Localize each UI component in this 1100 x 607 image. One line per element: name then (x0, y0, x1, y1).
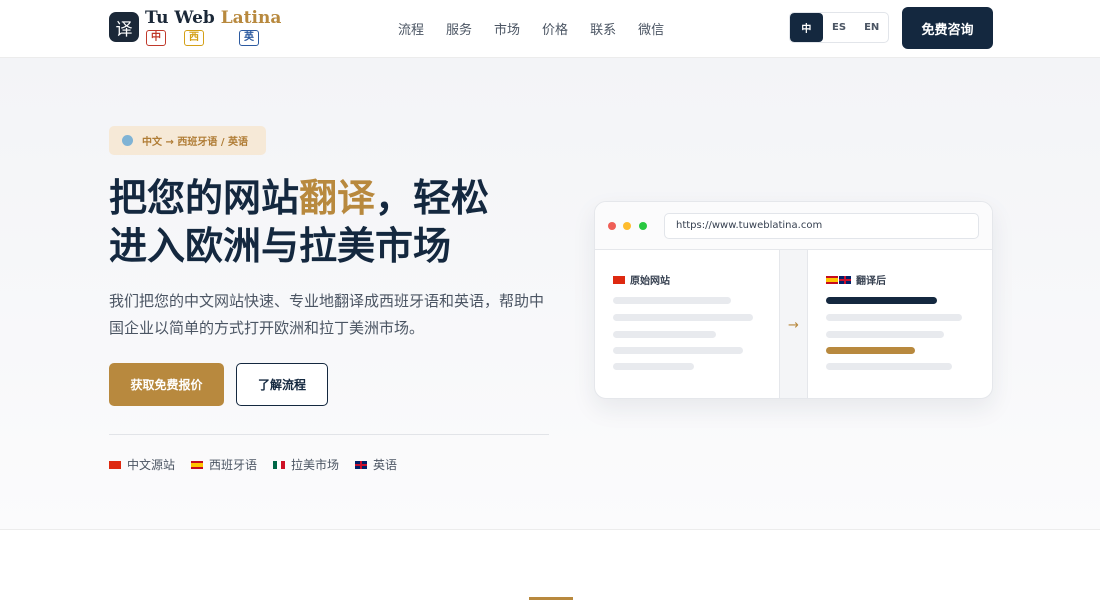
logo-text: Tu Web Latina 中 西 英 (145, 10, 281, 46)
logo-chip-chinese: 中 (146, 30, 166, 46)
hero-title-part2: ，轻松 (375, 175, 490, 220)
placeholder-line (826, 331, 944, 338)
hero-title-line2: 进入欧洲与拉美市场 (109, 223, 452, 268)
section-accent-line (529, 597, 573, 600)
placeholder-line (613, 347, 743, 354)
original-site-panel: 原始网站 (595, 250, 779, 398)
hero-subtitle: 我们把您的中文网站快速、专业地翻译成西班牙语和英语，帮助中国企业以简单的方式打开… (109, 292, 545, 337)
free-consult-button[interactable]: 免费咨询 (902, 7, 993, 49)
nav-link-wechat[interactable]: 微信 (638, 19, 664, 38)
placeholder-line (613, 363, 694, 370)
china-flag-icon (613, 275, 625, 284)
browser-mockup: https://www.tuweblatina.com 原始网站 → 翻译后 (594, 201, 993, 399)
spain-flag-icon (191, 460, 204, 469)
original-site-label-text: 原始网站 (630, 276, 670, 287)
lang-option-en[interactable]: EN (855, 13, 888, 42)
nav-link-contact[interactable]: 联系 (590, 19, 616, 38)
nav-link-process[interactable]: 流程 (398, 19, 424, 38)
logo-chip-spanish: 西 (184, 30, 204, 46)
placeholder-line (613, 314, 753, 321)
browser-toolbar: https://www.tuweblatina.com (595, 202, 992, 250)
window-close-dot-icon (608, 222, 616, 230)
placeholder-line (826, 363, 952, 370)
tag-latam-market: 拉美市场 (273, 456, 339, 473)
tag-label: 英语 (373, 458, 398, 472)
uk-flag-icon (839, 275, 851, 284)
translated-site-label-text: 翻译后 (856, 276, 886, 287)
translated-site-label: 翻译后 (826, 272, 886, 287)
tag-label: 西班牙语 (209, 458, 258, 472)
placeholder-line (826, 314, 962, 321)
get-free-quote-button[interactable]: 获取免费报价 (109, 363, 224, 406)
logo-title-latina: Latina (220, 8, 282, 28)
lang-option-es[interactable]: ES (823, 13, 856, 42)
site-header: 译 Tu Web Latina 中 西 英 流程 服务 市场 价格 联系 微信 … (0, 0, 1100, 58)
nav-link-pricing[interactable]: 价格 (542, 19, 568, 38)
logo-chip-english: 英 (239, 30, 259, 46)
lang-option-zh[interactable]: 中 (790, 13, 823, 42)
hero-title: 把您的网站翻译，轻松 进入欧洲与拉美市场 (109, 174, 549, 270)
globe-icon (122, 135, 133, 146)
tag-chinese-source: 中文源站 (109, 456, 175, 473)
logo-title-tu-web: Tu Web (145, 8, 221, 28)
browser-url-bar: https://www.tuweblatina.com (664, 213, 979, 239)
china-flag-icon (109, 460, 121, 469)
tag-spanish: 西班牙语 (191, 456, 257, 473)
placeholder-line (613, 297, 731, 304)
hero-title-highlight: 翻译 (299, 175, 376, 220)
logo-title: Tu Web Latina (145, 10, 281, 27)
nav-link-services[interactable]: 服务 (446, 19, 472, 38)
tag-label: 拉美市场 (291, 458, 340, 472)
badge-text: 中文 → 西班牙语 / 英语 (142, 137, 248, 148)
original-site-label: 原始网站 (613, 272, 670, 287)
language-switcher: 中 ES EN (789, 12, 889, 43)
mexico-flag-icon (273, 460, 286, 469)
window-maximize-dot-icon (639, 222, 647, 230)
main-nav: 流程 服务 市场 价格 联系 微信 (398, 19, 686, 38)
window-minimize-dot-icon (623, 222, 631, 230)
placeholder-line-gold (826, 347, 915, 354)
logo[interactable]: 译 Tu Web Latina 中 西 英 (109, 10, 281, 46)
learn-process-button[interactable]: 了解流程 (236, 363, 328, 406)
hero-title-part1: 把您的网站 (109, 175, 300, 220)
translated-site-panel: 翻译后 (808, 250, 992, 398)
hero-divider (109, 434, 549, 435)
tag-english: 英语 (355, 456, 397, 473)
language-pair-badge: 中文 → 西班牙语 / 英语 (109, 126, 266, 155)
logo-mark-icon: 译 (109, 12, 139, 42)
tag-label: 中文源站 (127, 458, 176, 472)
spain-flag-icon (826, 275, 838, 284)
placeholder-line-navy (826, 297, 937, 304)
logo-language-chips: 中 西 英 (145, 30, 275, 46)
translate-arrow-icon: → (779, 250, 808, 398)
placeholder-line (613, 331, 716, 338)
nav-link-markets[interactable]: 市场 (494, 19, 520, 38)
hero-section: 中文 → 西班牙语 / 英语 把您的网站翻译，轻松 进入欧洲与拉美市场 我们把您… (0, 58, 1100, 530)
language-tags: 中文源站 西班牙语 拉美市场 英语 (109, 456, 413, 473)
uk-flag-icon (355, 460, 368, 469)
